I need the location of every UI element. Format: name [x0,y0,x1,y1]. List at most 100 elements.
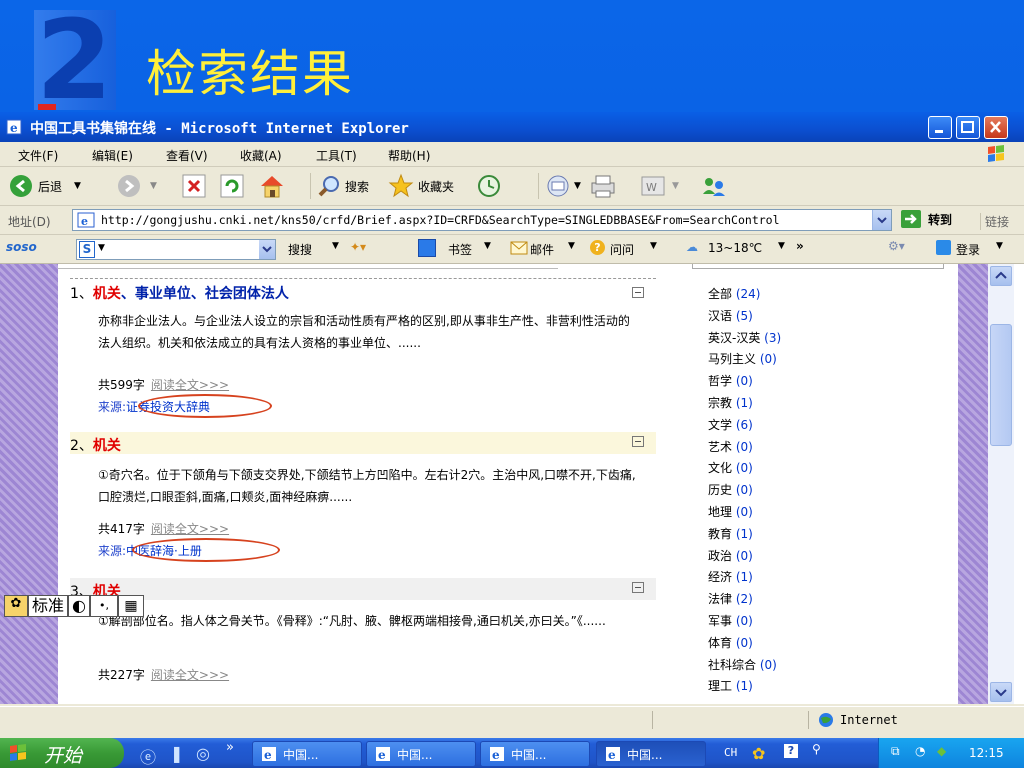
category-item[interactable]: 哲学 (0) [708,371,781,393]
language-indicator[interactable]: CH [724,746,737,759]
home-button[interactable] [258,173,286,199]
ime-logo-icon[interactable]: ✿ [4,595,28,617]
menu-help[interactable]: 帮助(H) [388,147,430,164]
category-item[interactable]: 政治 (0) [708,546,781,568]
scroll-down-button[interactable] [990,682,1012,702]
category-item[interactable]: 法律 (2) [708,589,781,611]
ask-link[interactable]: 问问 [610,241,634,258]
category-item[interactable]: 理工 (1) [708,676,781,698]
forward-button[interactable]: ▼ [118,173,157,199]
mail-button[interactable]: ▼ [538,173,581,199]
quicklaunch-media-icon[interactable]: ❚ [170,744,183,763]
menu-edit[interactable]: 编辑(E) [92,147,133,164]
edit-button[interactable]: W ▼ [640,173,679,199]
ime-halfwidth-icon[interactable]: ◐ [68,595,91,617]
favorites-button[interactable]: 收藏夹 [388,173,454,199]
refresh-button[interactable] [220,173,244,199]
print-button[interactable] [588,173,618,199]
ask-dropdown-icon[interactable]: ▼ [650,241,657,251]
category-item[interactable]: 全部 (24) [708,284,781,306]
back-dropdown-icon[interactable]: ▼ [74,181,81,191]
category-item[interactable]: 体育 (0) [708,633,781,655]
result-2-read-link[interactable]: 阅读全文>>> [151,522,229,536]
menu-view[interactable]: 查看(V) [166,147,208,164]
bookmark-dropdown-icon[interactable]: ▼ [484,241,491,251]
history-button[interactable] [476,173,502,199]
login-button[interactable]: 登录 [956,241,980,258]
weather-text[interactable]: 13~18℃ [708,241,762,255]
address-dropdown-button[interactable] [872,210,891,230]
category-item[interactable]: 文学 (6) [708,415,781,437]
category-item[interactable]: 历史 (0) [708,480,781,502]
collapse-icon[interactable] [632,582,644,593]
vertical-scrollbar[interactable] [988,264,1014,704]
soso-engine-dropdown-icon[interactable]: ▼ [98,243,105,253]
collapse-icon[interactable] [632,287,644,298]
task-button-1[interactable]: e 中国... [252,741,362,767]
forward-dropdown-icon[interactable]: ▼ [150,181,157,191]
soso-search-dropdown-icon[interactable]: ▼ [332,241,339,251]
soso-search-button[interactable]: 搜搜 [288,241,312,258]
security-icon[interactable]: ◆ [937,744,946,758]
ime-tray-icon[interactable]: ✿ [752,744,765,763]
menu-favorites[interactable]: 收藏(A) [240,147,282,164]
ime-punct-toggle[interactable]: •, [90,595,119,617]
quicklaunch-app-icon[interactable]: ◎ [196,744,210,763]
category-item[interactable]: 军事 (0) [708,611,781,633]
weather-dropdown-icon[interactable]: ▼ [778,241,785,251]
menu-tools[interactable]: 工具(T) [316,147,357,164]
mail-link[interactable]: 邮件 [530,241,554,258]
back-button[interactable]: 后退 ▼ [10,173,81,199]
result-1-title-rest[interactable]: 、事业单位、社会团体法人 [121,286,289,302]
category-item[interactable]: 教育 (1) [708,524,781,546]
category-item[interactable]: 社科综合 (0) [708,655,781,677]
maximize-button[interactable] [956,116,980,139]
category-item[interactable]: 经济 (1) [708,567,781,589]
collapse-icon[interactable] [632,436,644,447]
bookmark-button[interactable]: 书签 [448,241,472,258]
address-input[interactable]: e http://gongjushu.cnki.net/kns50/crfd/B… [72,209,892,231]
category-item[interactable]: 文化 (0) [708,458,781,480]
keyboard-icon[interactable]: ▦ [118,595,145,617]
result-1-keyword[interactable]: 机关 [93,286,121,302]
network-icon[interactable]: ⧉ [891,744,900,759]
close-button[interactable] [984,116,1008,139]
category-item[interactable]: 英汉-汉英 (3) [708,328,781,350]
volume-icon[interactable]: ◔ [915,744,925,758]
go-button[interactable]: 转到 [900,209,952,229]
ime-settings-icon[interactable]: ⚲ [812,742,821,756]
result-2-keyword[interactable]: 机关 [93,438,121,454]
soso-highlight-icon[interactable]: ✦▾ [350,240,366,254]
result-3-read-link[interactable]: 阅读全文>>> [151,668,229,682]
help-icon[interactable]: ? [784,744,798,758]
mail-dropdown-icon[interactable]: ▼ [574,181,581,191]
category-item[interactable]: 艺术 (0) [708,437,781,459]
task-button-3[interactable]: e 中国... [480,741,590,767]
settings-icon[interactable]: ⚙▾ [888,239,905,253]
category-item[interactable]: 汉语 (5) [708,306,781,328]
clock[interactable]: 12:15 [969,746,1004,760]
scroll-up-button[interactable] [990,266,1012,286]
result-1-read-link[interactable]: 阅读全文>>> [151,378,229,392]
menu-file[interactable]: 文件(F) [18,147,58,164]
task-button-2[interactable]: e 中国... [366,741,476,767]
soso-dropdown-button[interactable] [259,240,275,259]
ime-mode-label[interactable]: 标准 [28,595,69,617]
search-button[interactable]: 搜索 [310,173,369,199]
minimize-button[interactable] [928,116,952,139]
start-button[interactable]: 开始 [0,738,124,768]
quicklaunch-more-icon[interactable]: » [226,740,234,755]
category-item[interactable]: 马列主义 (0) [708,349,781,371]
scroll-thumb[interactable] [990,324,1012,446]
category-item[interactable]: 宗教 (1) [708,393,781,415]
window-titlebar[interactable]: e 中国工具书集锦在线 - Microsoft Internet Explore… [0,112,1024,142]
quicklaunch-ie-icon[interactable]: ⓔ [140,744,156,768]
stop-button[interactable] [182,173,206,199]
task-button-active[interactable]: e 中国... [596,741,706,767]
soso-search-input[interactable]: S ▼ [76,239,276,260]
edit-dropdown-icon[interactable]: ▼ [672,181,679,191]
more-chevron[interactable]: » [796,239,804,253]
links-label[interactable]: 链接 [980,213,1009,230]
messenger-button[interactable] [700,173,728,199]
category-item[interactable]: 地理 (0) [708,502,781,524]
